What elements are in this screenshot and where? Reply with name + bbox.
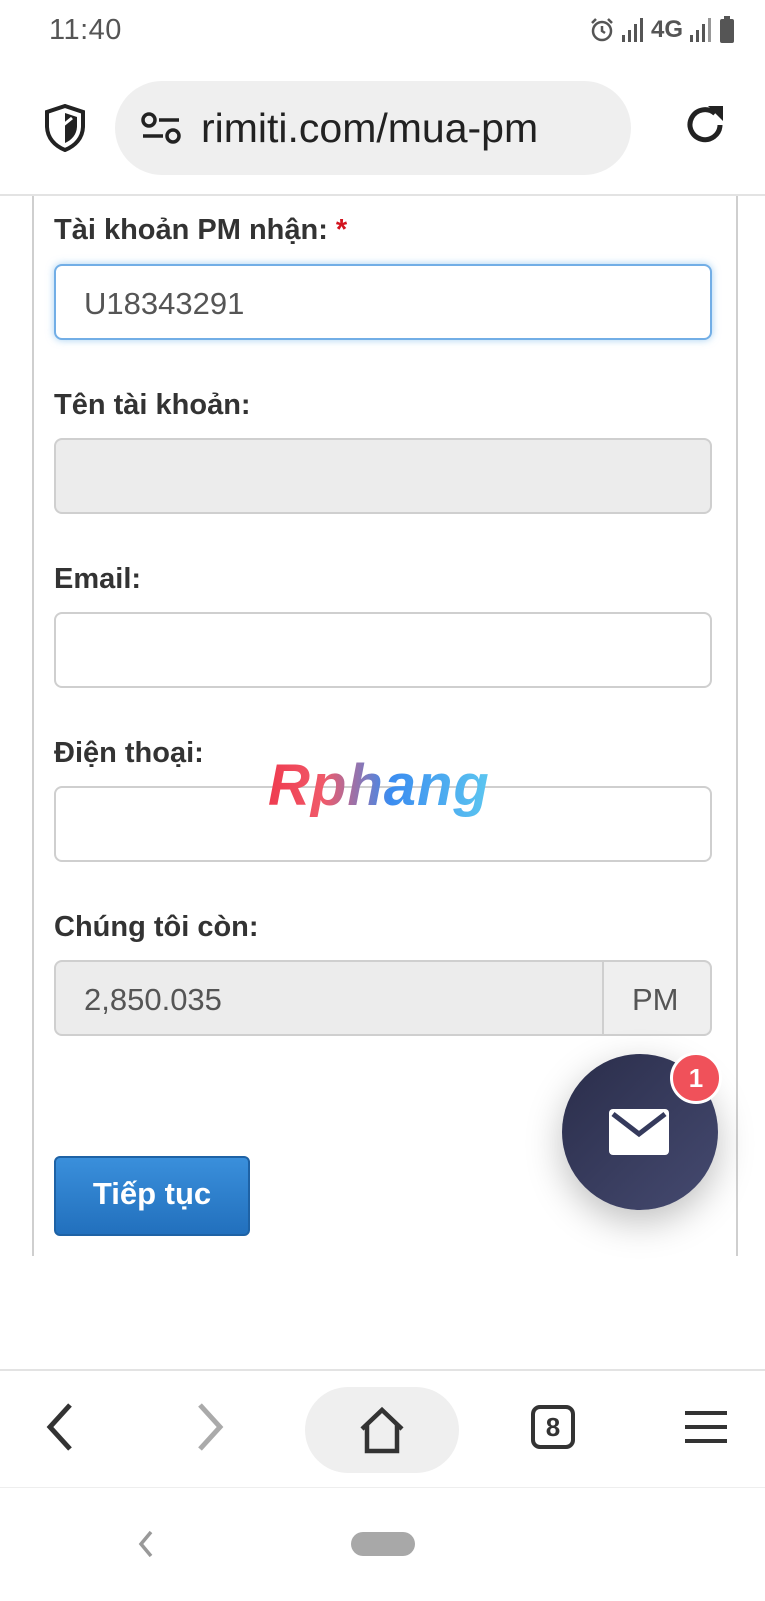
status-time: 11:40 <box>49 14 122 46</box>
account-label: Tài khoản PM nhận: * <box>54 214 348 246</box>
system-nav-bar <box>0 1487 765 1601</box>
forward-icon[interactable] <box>190 1397 230 1457</box>
mail-icon <box>609 1109 669 1155</box>
shield-icon[interactable] <box>44 104 86 152</box>
email-label: Email: <box>54 563 142 595</box>
remaining-value: 2,850.035 <box>84 982 222 1017</box>
notification-badge: 1 <box>670 1052 722 1104</box>
chat-button[interactable]: 1 <box>562 1052 722 1210</box>
email-input[interactable] <box>54 612 712 688</box>
remaining-unit-addon: PM <box>602 962 710 1034</box>
phone-label: Điện thoại: <box>54 737 204 769</box>
remaining-unit: PM <box>632 982 679 1017</box>
status-bar: 11:40 4G <box>0 0 765 64</box>
reload-icon[interactable] <box>682 102 728 148</box>
remaining-input: 2,850.035 PM <box>54 960 712 1036</box>
continue-button[interactable]: Tiếp tục <box>54 1156 250 1236</box>
system-back-icon[interactable] <box>136 1528 156 1560</box>
tabs-button[interactable]: 8 <box>531 1405 575 1449</box>
account-input[interactable]: U18343291 <box>54 264 712 340</box>
account-input-value: U18343291 <box>84 286 245 321</box>
browser-toolbar: rimiti.com/mua-pm <box>0 64 765 196</box>
home-button[interactable] <box>305 1387 459 1473</box>
menu-icon[interactable] <box>683 1409 729 1445</box>
network-type: 4G <box>650 16 683 43</box>
site-settings-icon[interactable] <box>141 111 181 145</box>
signal-icon <box>621 18 643 42</box>
account-name-input <box>54 438 712 514</box>
home-icon <box>360 1406 404 1454</box>
watermark-logo: Rphang <box>268 753 490 818</box>
account-name-label: Tên tài khoản: <box>54 389 251 421</box>
signal-icon-2 <box>690 18 711 42</box>
address-bar[interactable]: rimiti.com/mua-pm <box>115 81 631 175</box>
remaining-label: Chúng tôi còn: <box>54 911 259 943</box>
back-icon[interactable] <box>40 1397 80 1457</box>
status-icons: 4G <box>589 16 735 44</box>
alarm-icon <box>591 18 613 42</box>
required-mark: * <box>335 214 348 246</box>
battery-icon <box>720 16 734 43</box>
url-text[interactable]: rimiti.com/mua-pm <box>201 105 538 152</box>
system-home-button[interactable] <box>351 1532 415 1556</box>
browser-bottom-nav: 8 <box>0 1369 765 1489</box>
